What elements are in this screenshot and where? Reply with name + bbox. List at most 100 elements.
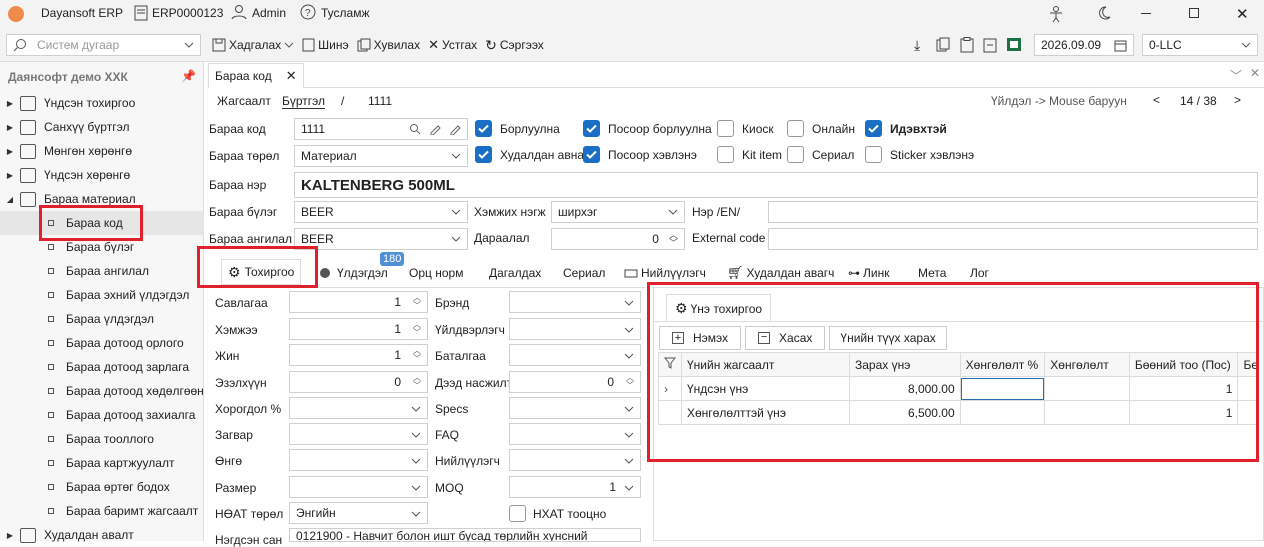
nav-register-link[interactable]: Бүртгэл: [282, 94, 326, 109]
expand-arrow-icon[interactable]: ▶: [0, 531, 20, 540]
refresh-button[interactable]: ↻ Сэргээх: [481, 33, 548, 57]
close-tab-icon[interactable]: ✕: [286, 68, 297, 84]
settings-field-input[interactable]: 1 ︿ ﹀: [289, 318, 428, 340]
delete-button[interactable]: ✕ Устгах: [424, 33, 481, 57]
tab-purchase[interactable]: 🛒︎ Худалдан авагч: [727, 262, 834, 284]
sidebar-item-9[interactable]: Бараа үлдэгдэл: [0, 307, 204, 331]
sidebar-item-3[interactable]: ▶ Үндсэн хөрөнгө: [0, 163, 204, 187]
checkbox-9[interactable]: Sticker хэвлэнэ: [865, 146, 974, 163]
tab-bom[interactable]: Орц норм: [409, 262, 463, 284]
prev-record-button[interactable]: <: [1153, 93, 1160, 107]
pin-icon[interactable]: 📌: [181, 69, 196, 83]
collapse-icon[interactable]: ﹀: [1230, 67, 1242, 84]
help-link[interactable]: Тусламж: [321, 6, 369, 20]
expand-arrow-icon[interactable]: ▶: [0, 123, 20, 132]
sidebar-item-13[interactable]: Бараа дотоод захиалга: [0, 403, 204, 427]
checkbox-5[interactable]: Худалдан авна: [475, 146, 584, 163]
name-input[interactable]: KALTENBERG 500ML: [294, 172, 1258, 198]
edit-icon[interactable]: [429, 123, 441, 135]
company-select[interactable]: 0-LLC: [1142, 34, 1258, 56]
group-select[interactable]: BEER: [294, 201, 468, 223]
settings-field-input[interactable]: [289, 449, 428, 471]
sidebar-item-1[interactable]: ▶ Санхүү бүртгэл: [0, 115, 204, 139]
spinner-icon[interactable]: ︿ ﹀: [413, 294, 421, 310]
tab-log[interactable]: Лог: [970, 262, 989, 284]
external-code-input[interactable]: [768, 228, 1258, 250]
checkbox-3[interactable]: Онлайн: [787, 120, 855, 137]
checkbox-empty-icon[interactable]: [509, 505, 526, 522]
clipboard-icon[interactable]: [983, 37, 997, 56]
spinner-icon[interactable]: ︿ ﹀: [626, 374, 634, 390]
checkmark-icon[interactable]: [475, 146, 492, 163]
sidebar-item-11[interactable]: Бараа дотоод зарлага: [0, 355, 204, 379]
checkmark-icon[interactable]: [865, 120, 882, 137]
checkbox-2[interactable]: Киоск: [717, 120, 774, 137]
tab-stock[interactable]: Үлдэгдэл: [320, 262, 388, 284]
sidebar-item-17[interactable]: Бараа баримт жагсаалт: [0, 499, 204, 523]
search-icon[interactable]: [409, 123, 421, 135]
sidebar-item-15[interactable]: Бараа картжуулалт: [0, 451, 204, 475]
tab-meta[interactable]: Мета: [918, 262, 946, 284]
settings-field-input[interactable]: [289, 423, 428, 445]
paste-icon[interactable]: [960, 37, 974, 56]
settings-field-input[interactable]: 0 ︿ ﹀: [509, 371, 641, 393]
spinner-icon[interactable]: ︿ ﹀: [413, 347, 421, 363]
name-en-input[interactable]: [768, 201, 1258, 223]
spinner-icon[interactable]: ︿ ﹀: [669, 231, 678, 248]
spinner-icon[interactable]: ︿ ﹀: [413, 321, 421, 337]
system-search-input[interactable]: Систем дугаар: [6, 34, 201, 56]
type-select[interactable]: Материал: [294, 145, 468, 167]
close-icon[interactable]: ✕: [1236, 5, 1249, 23]
pencil-icon[interactable]: [449, 123, 461, 135]
settings-field-input[interactable]: 1 ︿ ﹀: [289, 291, 428, 313]
settings-field-input[interactable]: [509, 423, 641, 445]
checkbox-1[interactable]: Посоор борлуулна: [583, 120, 712, 137]
close-all-icon[interactable]: ✕: [1250, 66, 1260, 80]
tab-serial[interactable]: Сериал: [563, 262, 605, 284]
tab-link[interactable]: ⊶ Линк: [848, 262, 889, 284]
settings-field-input[interactable]: 0121900 - Навчит болон ишт бусад төрлийн…: [289, 528, 641, 542]
checkbox-8[interactable]: Сериал: [787, 146, 854, 163]
sidebar-item-12[interactable]: Бараа дотоод хөдөлгөөн: [0, 379, 204, 403]
settings-field-input[interactable]: 1: [509, 476, 641, 498]
tab-item-code[interactable]: Бараа код ✕: [208, 63, 304, 88]
excel-icon[interactable]: [1006, 37, 1022, 55]
checkbox-empty-icon[interactable]: [717, 120, 734, 137]
sidebar-item-0[interactable]: ▶ Үндсэн тохиргоо: [0, 91, 204, 115]
expand-arrow-icon[interactable]: ▶: [0, 171, 20, 180]
settings-field-input[interactable]: [509, 397, 641, 419]
checkbox-4[interactable]: Идэвхтэй: [865, 120, 947, 137]
sidebar-item-10[interactable]: Бараа дотоод орлого: [0, 331, 204, 355]
copy-doc-icon[interactable]: [936, 37, 950, 56]
dark-mode-icon[interactable]: [1096, 5, 1112, 24]
settings-field-input[interactable]: [509, 449, 641, 471]
tab-supplier[interactable]: Нийлүүлэгч: [624, 262, 706, 284]
sidebar-item-7[interactable]: Бараа ангилал: [0, 259, 204, 283]
expand-arrow-icon[interactable]: ◢: [0, 195, 20, 204]
minimize-icon[interactable]: [1141, 13, 1151, 14]
settings-field-input[interactable]: [289, 397, 428, 419]
settings-field-input[interactable]: [509, 344, 641, 366]
tab-followers[interactable]: Дагалдах: [489, 262, 541, 284]
expand-arrow-icon[interactable]: ▶: [0, 99, 20, 108]
doc-number[interactable]: ERP0000123: [152, 6, 223, 20]
unit-select[interactable]: ширхэг: [551, 201, 685, 223]
settings-field-input[interactable]: [509, 318, 641, 340]
category-select[interactable]: BEER: [294, 228, 468, 250]
spinner-icon[interactable]: ︿ ﹀: [413, 374, 421, 390]
checkbox-empty-icon[interactable]: [717, 146, 734, 163]
checkmark-icon[interactable]: [475, 120, 492, 137]
checkbox-empty-icon[interactable]: [787, 146, 804, 163]
settings-field-input[interactable]: Энгийн: [289, 502, 428, 524]
sidebar-item-18[interactable]: ▶ Худалдан авалт: [0, 523, 204, 547]
sidebar-item-8[interactable]: Бараа эхний үлдэгдэл: [0, 283, 204, 307]
maximize-icon[interactable]: [1189, 8, 1199, 18]
date-field[interactable]: 2026.09.09: [1034, 34, 1134, 56]
user-name[interactable]: Admin: [252, 6, 286, 20]
checkbox-empty-icon[interactable]: [865, 146, 882, 163]
sidebar-item-14[interactable]: Бараа тооллого: [0, 427, 204, 451]
checkmark-icon[interactable]: [583, 120, 600, 137]
settings-field-input[interactable]: [289, 476, 428, 498]
sidebar-item-16[interactable]: Бараа өртөг бодох: [0, 475, 204, 499]
accessibility-icon[interactable]: [1048, 5, 1064, 26]
